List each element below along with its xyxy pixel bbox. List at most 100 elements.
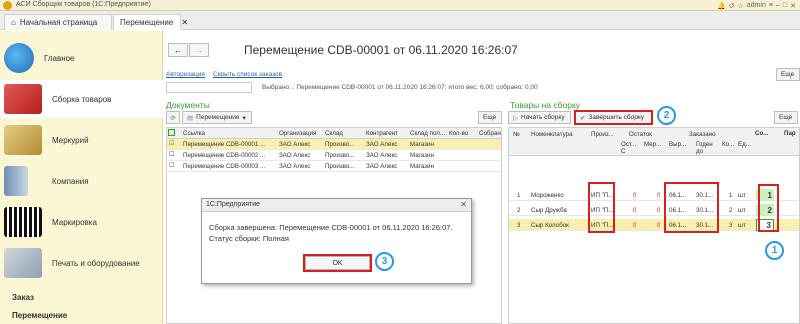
sidebar-footer-order[interactable]: Заказ	[12, 293, 34, 302]
settings-icon[interactable]: ≡	[769, 2, 773, 9]
cell-mer: 0	[657, 222, 661, 229]
col-g[interactable]: Со...	[755, 130, 768, 137]
sidebar-item-company[interactable]: Компания	[0, 162, 163, 200]
col-h[interactable]: Пар	[784, 130, 796, 137]
dialog-close-icon[interactable]: ✕	[460, 200, 467, 209]
sidebar-item-mercury[interactable]: Меркурий	[0, 121, 163, 159]
refresh-icon: ⟳	[170, 114, 176, 122]
cell-link: Перемещение CDB-00003 ...	[183, 163, 266, 170]
hide-orders-link[interactable]: Скрыть список заказов	[213, 71, 282, 78]
sidebar-item-marking[interactable]: Маркировка	[0, 203, 163, 241]
col-d[interactable]: Годен до	[696, 141, 716, 155]
col-num[interactable]: №	[513, 131, 520, 138]
checkbox-icon[interactable]: ☐	[169, 162, 175, 169]
refresh-button[interactable]: ⟳	[166, 111, 180, 124]
cell-dest: Магазин	[410, 152, 434, 159]
col-c[interactable]: Выр...	[669, 141, 686, 148]
start-assembly-button[interactable]: ▷ Начать сборку	[508, 111, 571, 124]
highlight-producer	[588, 182, 615, 233]
close-icon[interactable]: ✕	[790, 2, 796, 10]
dialog-status: Статус сборки: Полная	[209, 234, 289, 243]
documents-more-button[interactable]: Еще	[478, 111, 502, 124]
maximize-icon[interactable]: □	[783, 2, 787, 9]
tab-home[interactable]: ⌂ Начальная страница	[4, 14, 112, 30]
sidebar-footer-transfer[interactable]: Перемещение	[12, 311, 67, 320]
col-name[interactable]: Номенклатура	[531, 131, 573, 138]
cell-store: Произво...	[325, 152, 355, 159]
page-title: Перемещение CDB-00001 от 06.11.2020 16:2…	[244, 43, 518, 57]
table-row[interactable]: 3 Сыр Колобок ИП "П... 0 0 06.1... 30.1.…	[509, 219, 799, 231]
close-tab-icon[interactable]: ✕	[181, 18, 188, 27]
user-name[interactable]: admin	[747, 2, 766, 9]
cell-contractor: ЗАО Алекс	[366, 163, 398, 170]
cell-ed: шт	[738, 207, 746, 214]
cell-org: ЗАО Алекс	[279, 152, 311, 159]
message-dialog: 1С:Предприятие ✕ Сборка завершена: Перем…	[201, 198, 472, 284]
checkbox-icon[interactable]: ☐	[169, 151, 175, 158]
check-all-icon[interactable]	[168, 129, 175, 138]
bell-icon[interactable]: 🔔	[717, 2, 726, 10]
col-org[interactable]: Организация	[279, 130, 316, 137]
col-qty[interactable]: Кол-во	[449, 130, 468, 137]
col-prod[interactable]: Произ...	[591, 131, 614, 138]
table-row[interactable]: ☐ Перемещение CDB-00003 ... ЗАО Алекс Пр…	[167, 161, 501, 172]
goods-more-label: Еще	[779, 114, 793, 121]
col-ordered[interactable]: Заказано	[689, 131, 716, 138]
main-more-button[interactable]: Еще	[776, 68, 800, 81]
cell-ed: шт	[738, 222, 746, 229]
window-titlebar: АСИ Сборщик товаров (1С:Предприятие) 🔔 ↺…	[0, 0, 800, 11]
finish-assembly-button[interactable]: ✔ Завершить сборку	[574, 110, 653, 125]
chevron-down-icon: ▾	[242, 114, 246, 122]
minimize-icon[interactable]: –	[776, 2, 780, 9]
table-row[interactable]: 2 Сыр Дружба ИП "П... 0 0 06.1... 30.1..…	[509, 204, 799, 216]
col-a[interactable]: Ост... С	[621, 141, 639, 155]
printer-icon	[4, 248, 42, 278]
cell-link: Перемещение CDB-00002 ...	[183, 152, 266, 159]
table-row[interactable]: 1 Мороженко ИП "П... 0 0 06.1... 30.1...…	[509, 189, 799, 201]
tab-home-label: Начальная страница	[19, 18, 98, 27]
ok-button[interactable]: OK	[305, 256, 370, 270]
star-icon[interactable]: ☆	[738, 2, 744, 10]
col-b[interactable]: Мер...	[644, 141, 661, 148]
cell-contractor: ЗАО Алекс	[366, 152, 398, 159]
sidebar-item-assembly[interactable]: Сборка товаров	[0, 80, 163, 118]
cell-dest: Магазин	[410, 163, 434, 170]
cell-store: Произво...	[325, 141, 355, 148]
filter-dropdown[interactable]: ▤ Перемещение ▾	[182, 111, 252, 124]
tab-transfer[interactable]: Перемещение ✕	[113, 14, 188, 30]
checkbox-checked-icon[interactable]: ☑	[169, 140, 175, 147]
app-logo-icon	[3, 1, 12, 10]
sidebar-item-print[interactable]: Печать и оборудование	[0, 244, 163, 282]
table-row[interactable]: ☐ Перемещение CDB-00002 ... ЗАО Алекс Пр…	[167, 150, 501, 161]
sidebar-item-label: Главное	[44, 53, 75, 63]
cell-num: 3	[517, 222, 521, 229]
forward-button[interactable]: →	[189, 43, 209, 57]
datamatrix-icon	[4, 207, 42, 237]
back-button[interactable]: ←	[168, 43, 188, 57]
col-link[interactable]: Ссылка	[183, 130, 205, 137]
col-contractor[interactable]: Контрагент	[366, 130, 398, 137]
col-f[interactable]: Ед...	[738, 141, 751, 148]
titlebar-controls: 🔔 ↺ ☆ admin ≡ – □ ✕	[717, 0, 796, 11]
tab-bar: ⌂ Начальная страница Перемещение ✕	[0, 11, 800, 30]
empty-field[interactable]	[166, 82, 252, 93]
documents-table-header: Ссылка Организация Склад Контрагент Скла…	[167, 128, 501, 139]
history-icon[interactable]: ↺	[729, 2, 735, 10]
col-collected[interactable]: Собран	[479, 130, 501, 137]
col-dest[interactable]: Склад пол...	[410, 130, 445, 137]
col-store[interactable]: Склад	[325, 130, 343, 137]
cell-mer: 0	[657, 207, 661, 214]
cell-store: Произво...	[325, 163, 355, 170]
tab-transfer-label: Перемещение	[120, 18, 174, 27]
cell-num: 1	[517, 192, 521, 199]
col-remainder[interactable]: Остаток	[629, 131, 652, 138]
table-row[interactable]: ☑ Перемещение CDB-00001 ... ЗАО Алекс Пр…	[167, 139, 501, 150]
boxes-icon	[4, 84, 42, 114]
goods-more-button[interactable]: Еще	[774, 111, 798, 124]
start-assembly-label: Начать сборку	[521, 114, 565, 121]
filter-label: Перемещение	[196, 114, 240, 121]
col-e[interactable]: Ко...	[722, 141, 734, 148]
sidebar-item-main[interactable]: Главное	[0, 39, 163, 77]
dialog-title: 1С:Предприятие	[202, 199, 471, 212]
auth-link[interactable]: Авторизация	[166, 71, 205, 78]
